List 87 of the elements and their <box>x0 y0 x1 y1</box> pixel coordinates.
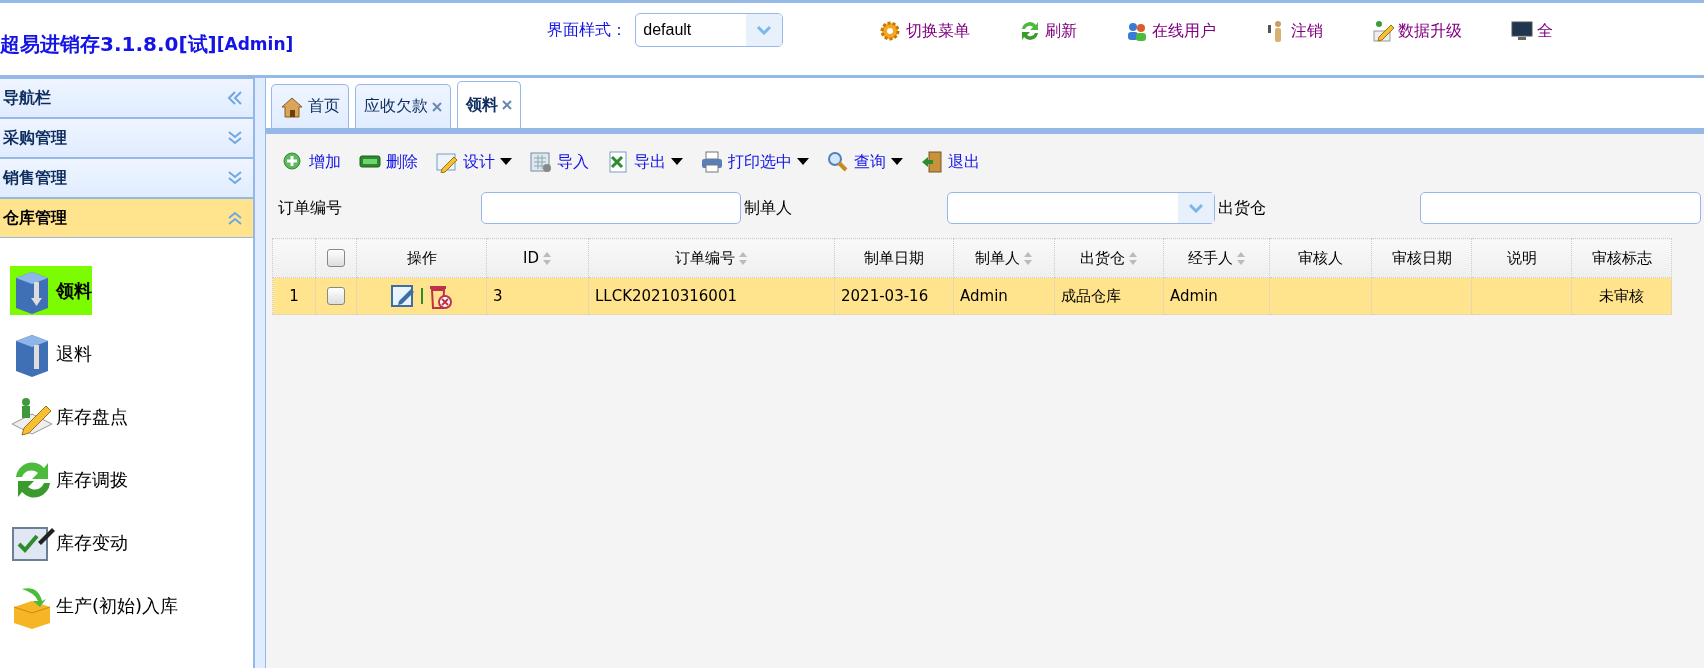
nav-item[interactable]: 库存调拨 <box>10 455 128 504</box>
toolbar-button[interactable]: 退出 <box>921 151 980 173</box>
splitter-bar[interactable] <box>255 78 266 668</box>
search-icon <box>827 151 849 173</box>
column-header[interactable]: ID <box>486 238 589 278</box>
spreadsheet-icon <box>607 151 629 173</box>
toolbar-button[interactable]: 设计 <box>436 151 512 173</box>
table-cell: 3 <box>486 277 589 315</box>
filter-label: 制单人 <box>744 197 794 219</box>
column-header[interactable]: 出货仓 <box>1054 238 1164 278</box>
chevron-up-icon <box>227 210 243 226</box>
cursor-icon <box>420 288 423 304</box>
toolbar-button[interactable]: 全 <box>1510 19 1554 43</box>
user-name: [Admin] <box>216 34 294 54</box>
row-checkbox[interactable] <box>327 287 345 306</box>
header-checkbox[interactable] <box>327 249 345 268</box>
caret-icon <box>500 158 512 166</box>
style-select[interactable]: default <box>635 13 784 47</box>
nav-item[interactable]: 库存变动 <box>10 518 128 567</box>
home-icon <box>280 95 304 118</box>
caret-icon <box>797 158 809 166</box>
chevron-down-icon <box>227 170 243 186</box>
accordion-header[interactable]: 采购管理 <box>0 118 253 158</box>
column-header: 制单日期 <box>834 238 954 278</box>
nav-item[interactable]: 退料 <box>10 329 92 378</box>
column-header: 审核标志 <box>1571 238 1672 278</box>
row-number: 1 <box>272 277 316 315</box>
monitor-icon <box>1510 19 1535 43</box>
column-header: 说明 <box>1471 238 1572 278</box>
sort-icon[interactable] <box>1128 250 1138 266</box>
table-cell: Admin <box>953 277 1055 315</box>
table-cell: Admin <box>1163 277 1270 315</box>
sort-icon[interactable] <box>1023 250 1033 266</box>
input-field[interactable] <box>1420 192 1701 224</box>
toolbar-button[interactable]: 查询 <box>827 151 903 173</box>
filter-label: 出货仓 <box>1217 197 1267 219</box>
door-exit-icon <box>921 151 943 173</box>
column-header: 审核日期 <box>1371 238 1472 278</box>
chevron-down-icon <box>227 130 243 146</box>
table-row[interactable]: 1 3 LLCK20210316001 2021-03-16 Admin 成品仓库 Admin 未审核 <box>272 277 1672 315</box>
toolbar-button[interactable]: 打印选中 <box>701 151 809 173</box>
printer-icon <box>701 151 723 173</box>
pencil-note-icon <box>1371 19 1396 43</box>
toolbar-button[interactable]: 导入 <box>530 151 589 173</box>
input-field[interactable] <box>480 192 742 224</box>
toolbar-button[interactable]: 删除 <box>359 151 418 173</box>
sort-icon[interactable] <box>1235 250 1246 266</box>
chevron-down-icon <box>756 25 773 35</box>
toolbar-button[interactable]: 切换菜单 <box>879 19 971 43</box>
collapse-icon <box>227 90 243 106</box>
app-title: 超易进销存3.1.8.0[试] <box>0 30 217 58</box>
tab[interactable]: 应收欠款 <box>355 84 451 128</box>
column-header: 操作 <box>356 238 487 278</box>
toolbar-button[interactable]: 数据升级 <box>1371 19 1463 43</box>
sidebar-title: 导航栏 <box>3 87 51 109</box>
caret-icon <box>891 158 903 166</box>
calculator-icon <box>530 151 552 173</box>
column-header[interactable]: 制单人 <box>953 238 1055 278</box>
nav-item[interactable]: 生产(初始)入库 <box>10 581 179 630</box>
accordion-header[interactable]: 仓库管理 <box>0 198 253 238</box>
table-cell: LLCK20210316001 <box>588 277 835 315</box>
combo-field[interactable] <box>947 192 1215 224</box>
toolbar-button[interactable]: 增加 <box>282 151 341 173</box>
caret-icon <box>671 158 683 166</box>
sort-icon[interactable] <box>542 251 552 266</box>
plus-icon <box>282 151 304 173</box>
tab[interactable]: 首页 <box>271 84 349 128</box>
nav-item[interactable]: 库存盘点 <box>10 392 128 441</box>
table-cell: 2021-03-16 <box>834 277 954 315</box>
nav-item[interactable]: 领料 <box>10 266 92 315</box>
column-header: 审核人 <box>1269 238 1372 278</box>
toolbar-button[interactable]: 刷新 <box>1018 19 1078 43</box>
style-label: 界面样式： <box>547 19 628 41</box>
column-header[interactable]: 订单编号 <box>588 238 835 278</box>
accordion-header[interactable]: 销售管理 <box>0 158 253 198</box>
toolbar-button[interactable]: 注销 <box>1264 19 1324 43</box>
toolbar-button[interactable]: 导出 <box>607 151 683 173</box>
table-cell: 未审核 <box>1571 277 1672 315</box>
chevron-down-icon <box>1187 203 1204 213</box>
table-cell: 成品仓库 <box>1054 277 1164 315</box>
pencil-window-icon <box>436 151 458 173</box>
column-header[interactable]: 经手人 <box>1163 238 1270 278</box>
tab[interactable]: 领料 <box>457 81 521 128</box>
filter-label: 订单编号 <box>278 197 343 219</box>
edit-icon[interactable] <box>390 283 417 309</box>
sort-icon[interactable] <box>738 250 748 266</box>
toolbar-button[interactable]: 在线用户 <box>1125 19 1217 43</box>
